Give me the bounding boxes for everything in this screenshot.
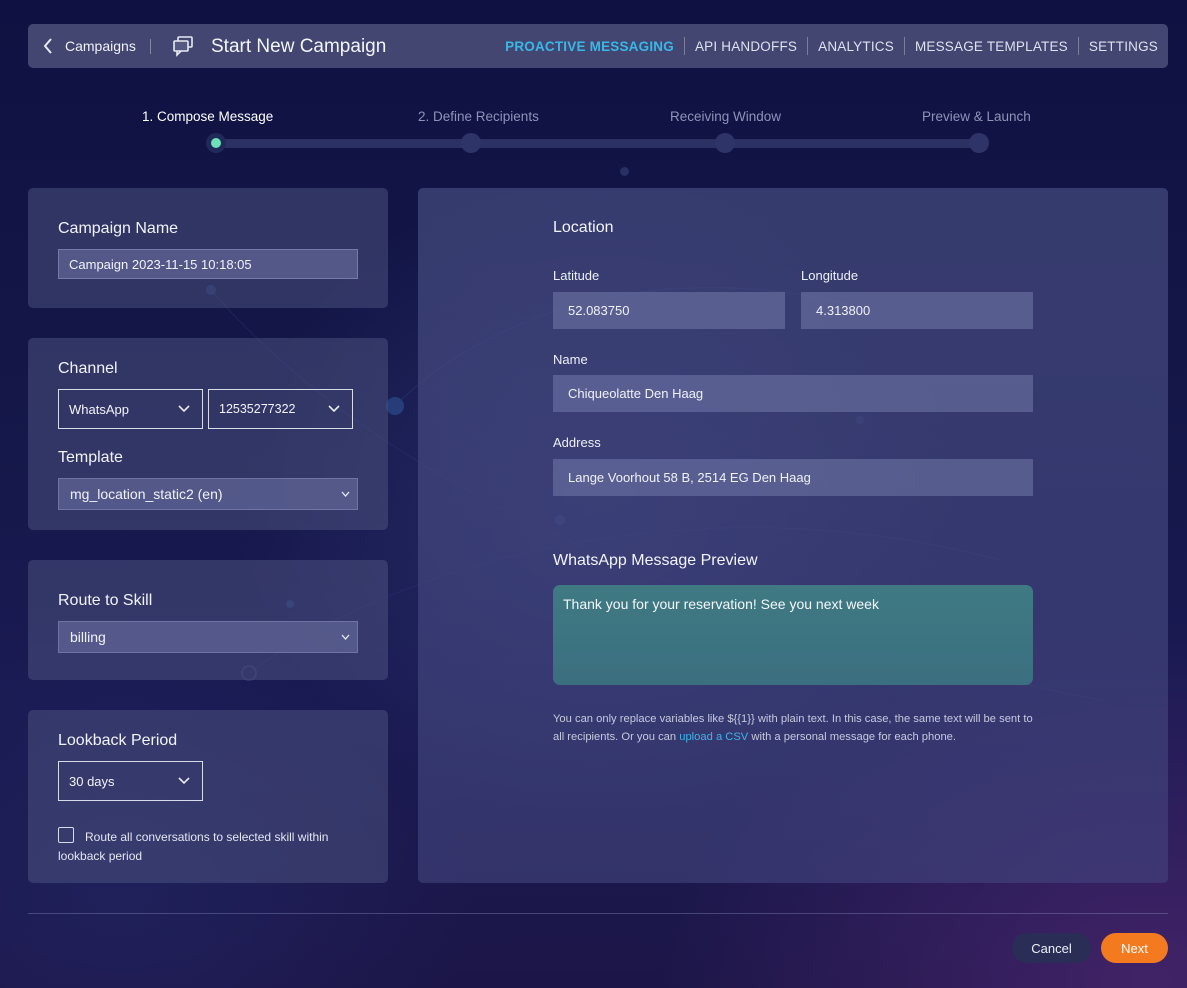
footer-divider bbox=[28, 913, 1168, 914]
skill-select-value: billing bbox=[70, 629, 106, 645]
latitude-label: Latitude bbox=[553, 268, 600, 283]
step-receiving-window[interactable]: Receiving Window bbox=[670, 109, 781, 124]
skill-select[interactable]: billing bbox=[58, 621, 358, 653]
nav-proactive-messaging[interactable]: PROACTIVE MESSAGING bbox=[495, 39, 684, 54]
latitude-input[interactable]: 52.083750 bbox=[553, 292, 785, 329]
chevron-left-icon bbox=[43, 38, 52, 54]
step-preview-launch[interactable]: Preview & Launch bbox=[922, 109, 1031, 124]
longitude-label: Longitude bbox=[801, 268, 859, 283]
campaign-name-input[interactable]: Campaign 2023-11-15 10:18:05 bbox=[58, 249, 358, 279]
variables-note: You can only replace variables like ${{1… bbox=[553, 710, 1043, 746]
chevron-down-icon bbox=[341, 491, 350, 497]
note-text-end: with a personal message for each phone. bbox=[748, 731, 956, 743]
next-button[interactable]: Next bbox=[1101, 933, 1168, 963]
page-title: Start New Campaign bbox=[211, 36, 387, 57]
preview-heading: WhatsApp Message Preview bbox=[553, 552, 758, 569]
step-knob-4[interactable] bbox=[969, 133, 989, 153]
route-skill-card: Route to Skill billing bbox=[28, 560, 388, 680]
nav-analytics[interactable]: ANALYTICS bbox=[808, 39, 904, 54]
address-input[interactable]: Lange Voorhout 58 B, 2514 EG Den Haag bbox=[553, 459, 1033, 496]
template-heading: Template bbox=[58, 449, 123, 466]
step-compose-message[interactable]: 1. Compose Message bbox=[142, 109, 273, 124]
phone-number-value: 12535277322 bbox=[219, 402, 296, 416]
step-define-recipients[interactable]: 2. Define Recipients bbox=[418, 109, 539, 124]
location-name-label: Name bbox=[553, 352, 588, 367]
lookback-heading: Lookback Period bbox=[58, 732, 178, 749]
address-label: Address bbox=[553, 435, 601, 450]
top-bar: Campaigns Start New Campaign PROACTIVE M… bbox=[28, 24, 1168, 68]
message-details-panel: Location Latitude 52.083750 Longitude 4.… bbox=[418, 188, 1168, 883]
chevron-down-icon bbox=[178, 405, 190, 413]
channel-select-value: WhatsApp bbox=[69, 401, 129, 417]
longitude-input[interactable]: 4.313800 bbox=[801, 292, 1033, 329]
lookback-select[interactable]: 30 days bbox=[58, 761, 203, 801]
step-knob-3[interactable] bbox=[715, 133, 735, 153]
channel-select[interactable]: WhatsApp bbox=[58, 389, 203, 429]
phone-number-select[interactable]: 12535277322 bbox=[208, 389, 353, 429]
nav-settings[interactable]: SETTINGS bbox=[1079, 39, 1168, 54]
stepper-track bbox=[216, 139, 980, 148]
nav-api-handoffs[interactable]: API HANDOFFS bbox=[685, 39, 807, 54]
campaign-name-heading: Campaign Name bbox=[58, 220, 179, 237]
location-heading: Location bbox=[553, 219, 614, 236]
step-knob-1[interactable] bbox=[206, 133, 226, 153]
route-skill-heading: Route to Skill bbox=[58, 592, 153, 609]
back-link-campaigns[interactable]: Campaigns bbox=[65, 38, 136, 54]
chevron-down-icon bbox=[178, 777, 190, 785]
back-button[interactable] bbox=[38, 36, 58, 56]
template-select-value: mg_location_static2 (en) bbox=[70, 486, 223, 502]
upload-csv-link[interactable]: upload a CSV bbox=[679, 731, 748, 743]
preview-message-text: Thank you for your reservation! See you … bbox=[563, 596, 879, 612]
whatsapp-message-preview: Thank you for your reservation! See you … bbox=[553, 585, 1033, 685]
cancel-button[interactable]: Cancel bbox=[1012, 933, 1091, 963]
header-divider bbox=[150, 39, 151, 54]
location-name-input[interactable]: Chiqueolatte Den Haag bbox=[553, 375, 1033, 412]
chevron-down-icon bbox=[328, 405, 340, 413]
lookback-card: Lookback Period 30 days Route all conver… bbox=[28, 710, 388, 883]
chevron-down-icon bbox=[341, 634, 350, 640]
channel-heading: Channel bbox=[58, 360, 118, 377]
lookback-select-value: 30 days bbox=[69, 773, 115, 789]
campaign-name-card: Campaign Name Campaign 2023-11-15 10:18:… bbox=[28, 188, 388, 308]
step-knob-2[interactable] bbox=[461, 133, 481, 153]
template-select[interactable]: mg_location_static2 (en) bbox=[58, 478, 358, 510]
route-all-checkbox-label: Route all conversations to selected skil… bbox=[58, 830, 329, 863]
nav-message-templates[interactable]: MESSAGE TEMPLATES bbox=[905, 39, 1078, 54]
campaign-icon bbox=[173, 36, 193, 57]
main-nav: PROACTIVE MESSAGING API HANDOFFS ANALYTI… bbox=[495, 24, 1168, 68]
channel-card: Channel WhatsApp 12535277322 Template mg… bbox=[28, 338, 388, 530]
decorative-dot bbox=[620, 167, 629, 176]
